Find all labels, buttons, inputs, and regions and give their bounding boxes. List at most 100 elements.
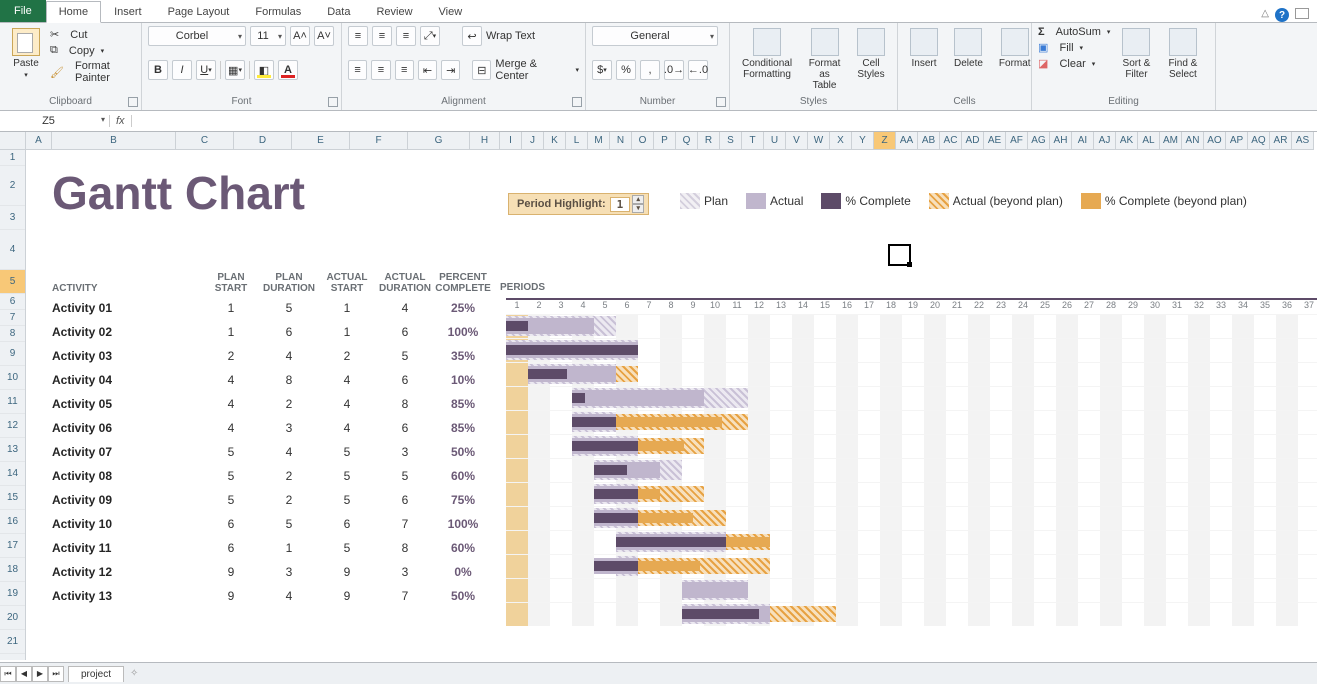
- col-header[interactable]: AA: [896, 132, 918, 149]
- dialog-launcher-icon[interactable]: [716, 97, 726, 107]
- delete-cells-button[interactable]: Delete: [948, 26, 989, 71]
- row-header[interactable]: 15: [0, 486, 25, 510]
- cell-actual-duration[interactable]: 5: [376, 349, 434, 363]
- cell-activity[interactable]: Activity 02: [52, 325, 202, 339]
- col-header[interactable]: AC: [940, 132, 962, 149]
- col-header[interactable]: AO: [1204, 132, 1226, 149]
- cell-actual-duration[interactable]: 6: [376, 421, 434, 435]
- fill-color-button[interactable]: ◧: [254, 60, 274, 80]
- col-header[interactable]: S: [720, 132, 742, 149]
- col-header[interactable]: Q: [676, 132, 698, 149]
- cell-plan-start[interactable]: 4: [202, 373, 260, 387]
- col-header[interactable]: AP: [1226, 132, 1248, 149]
- col-header[interactable]: M: [588, 132, 610, 149]
- col-header[interactable]: AM: [1160, 132, 1182, 149]
- col-header[interactable]: U: [764, 132, 786, 149]
- cell-plan-start[interactable]: 4: [202, 397, 260, 411]
- cell-percent[interactable]: 35%: [434, 349, 492, 363]
- cell-grid[interactable]: ABCDEFGHIJKLMNOPQRSTUVWXYZAAABACADAEAFAG…: [26, 132, 1317, 660]
- cell-actual-duration[interactable]: 6: [376, 373, 434, 387]
- decrease-indent-button[interactable]: ⇤: [418, 60, 437, 80]
- col-header[interactable]: I: [500, 132, 522, 149]
- tab-nav-next[interactable]: ▶: [32, 666, 48, 682]
- col-header[interactable]: AD: [962, 132, 984, 149]
- row-header[interactable]: 14: [0, 462, 25, 486]
- conditional-formatting-button[interactable]: Conditional Formatting: [736, 26, 798, 82]
- row-header[interactable]: 3: [0, 206, 25, 230]
- cell-percent[interactable]: 50%: [434, 445, 492, 459]
- font-size-combo[interactable]: 11: [250, 26, 286, 46]
- col-header[interactable]: AE: [984, 132, 1006, 149]
- cell-plan-duration[interactable]: 1: [260, 541, 318, 555]
- sort-filter-button[interactable]: Sort & Filter: [1116, 26, 1156, 82]
- tab-nav-last[interactable]: ⏭: [48, 666, 64, 682]
- cell-plan-duration[interactable]: 2: [260, 469, 318, 483]
- cell-percent[interactable]: 10%: [434, 373, 492, 387]
- row-header[interactable]: 11: [0, 390, 25, 414]
- grow-font-button[interactable]: A˄: [290, 26, 310, 46]
- dialog-launcher-icon[interactable]: [128, 97, 138, 107]
- merge-center-button[interactable]: ⊟Merge & Center▾: [472, 58, 579, 82]
- increase-decimal-button[interactable]: .0→: [664, 60, 684, 80]
- cell-percent[interactable]: 85%: [434, 421, 492, 435]
- cell-percent[interactable]: 100%: [434, 325, 492, 339]
- row-header[interactable]: 17: [0, 534, 25, 558]
- font-color-button[interactable]: A: [278, 60, 298, 80]
- col-header[interactable]: AL: [1138, 132, 1160, 149]
- cell-activity[interactable]: Activity 04: [52, 373, 202, 387]
- col-header[interactable]: X: [830, 132, 852, 149]
- row-header[interactable]: 5: [0, 270, 25, 294]
- table-row[interactable]: Activity 05424885%: [52, 392, 492, 416]
- find-select-button[interactable]: Find & Select: [1162, 26, 1203, 82]
- cell-actual-duration[interactable]: 8: [376, 397, 434, 411]
- row-header[interactable]: 2: [0, 166, 25, 206]
- col-header[interactable]: AH: [1050, 132, 1072, 149]
- percent-button[interactable]: %: [616, 60, 636, 80]
- cell-percent[interactable]: 25%: [434, 301, 492, 315]
- col-header[interactable]: AN: [1182, 132, 1204, 149]
- col-header[interactable]: AG: [1028, 132, 1050, 149]
- col-header[interactable]: AI: [1072, 132, 1094, 149]
- row-header[interactable]: 8: [0, 326, 25, 342]
- col-header[interactable]: AK: [1116, 132, 1138, 149]
- increase-indent-button[interactable]: ⇥: [441, 60, 460, 80]
- col-header[interactable]: A: [26, 132, 52, 149]
- table-row[interactable]: Activity 021616100%: [52, 320, 492, 344]
- cell-actual-start[interactable]: 6: [318, 517, 376, 531]
- underline-button[interactable]: U▾: [196, 60, 216, 80]
- number-format-combo[interactable]: General: [592, 26, 718, 46]
- cell-activity[interactable]: Activity 10: [52, 517, 202, 531]
- cell-actual-start[interactable]: 4: [318, 397, 376, 411]
- cell-plan-duration[interactable]: 4: [260, 445, 318, 459]
- col-header[interactable]: AQ: [1248, 132, 1270, 149]
- cell-percent[interactable]: 50%: [434, 589, 492, 603]
- clear-button[interactable]: ◪ Clear▾: [1038, 57, 1110, 70]
- col-header[interactable]: AF: [1006, 132, 1028, 149]
- row-header[interactable]: 13: [0, 438, 25, 462]
- col-header[interactable]: G: [408, 132, 470, 149]
- cell-activity[interactable]: Activity 07: [52, 445, 202, 459]
- font-name-combo[interactable]: Corbel: [148, 26, 246, 46]
- cell-plan-start[interactable]: 2: [202, 349, 260, 363]
- col-header[interactable]: AS: [1292, 132, 1314, 149]
- table-row[interactable]: Activity 1293930%: [52, 560, 492, 584]
- cell-plan-duration[interactable]: 5: [260, 301, 318, 315]
- cell-actual-start[interactable]: 5: [318, 493, 376, 507]
- cell-actual-start[interactable]: 1: [318, 301, 376, 315]
- align-top-button[interactable]: ≡: [348, 26, 368, 46]
- cell-percent[interactable]: 85%: [434, 397, 492, 411]
- wrap-text-button[interactable]: ↩Wrap Text: [462, 26, 535, 46]
- col-header[interactable]: R: [698, 132, 720, 149]
- col-header[interactable]: Y: [852, 132, 874, 149]
- cell-activity[interactable]: Activity 05: [52, 397, 202, 411]
- shrink-font-button[interactable]: A˅: [314, 26, 334, 46]
- table-row[interactable]: Activity 06434685%: [52, 416, 492, 440]
- col-header[interactable]: Z: [874, 132, 896, 149]
- help-icon[interactable]: ?: [1275, 8, 1289, 22]
- format-painter-button[interactable]: 🖌 Format Painter: [50, 60, 135, 84]
- table-row[interactable]: Activity 03242535%: [52, 344, 492, 368]
- cell-activity[interactable]: Activity 01: [52, 301, 202, 315]
- cell-plan-start[interactable]: 5: [202, 493, 260, 507]
- cell-plan-start[interactable]: 9: [202, 565, 260, 579]
- cell-plan-start[interactable]: 9: [202, 589, 260, 603]
